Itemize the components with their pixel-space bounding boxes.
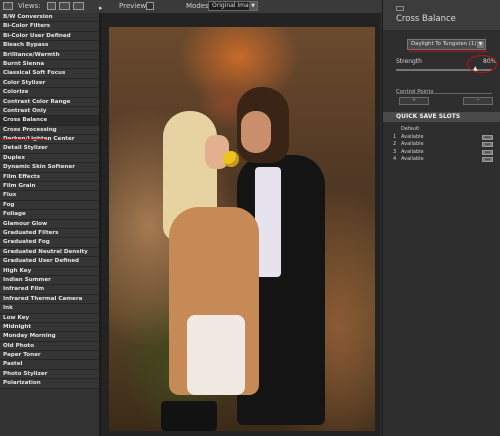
- filter-item[interactable]: Old Photo: [0, 341, 99, 352]
- add-control-point-button[interactable]: +: [399, 97, 429, 105]
- control-points-divider: [396, 93, 492, 94]
- filter-item[interactable]: Bi-Color User Defined: [0, 31, 99, 42]
- photo-boots: [161, 401, 217, 431]
- slot-label: Available: [401, 148, 424, 155]
- filter-item[interactable]: Infrared Film: [0, 285, 99, 295]
- control-points-label: Control Points: [396, 89, 434, 95]
- filter-item[interactable]: Duplex: [0, 153, 99, 164]
- filter-item[interactable]: Polarization: [0, 379, 99, 389]
- filter-item[interactable]: Graduated Fog: [0, 238, 99, 248]
- single-view-icon[interactable]: [47, 2, 56, 10]
- filter-item[interactable]: Cross Balance: [0, 116, 99, 126]
- slot-label: Default: [401, 126, 420, 132]
- slot-set-button[interactable]: Set: [482, 142, 493, 148]
- photo-ruffle: [187, 315, 245, 395]
- filter-item[interactable]: Ink: [0, 304, 99, 314]
- filter-item[interactable]: Cross Processing: [0, 125, 99, 136]
- filter-item[interactable]: Dynamic Skin Softener: [0, 163, 99, 173]
- filter-item[interactable]: Graduated Neutral Density: [0, 247, 99, 258]
- annotation-underline: [409, 51, 487, 52]
- filter-item[interactable]: B/W Conversion: [0, 13, 99, 23]
- filter-item[interactable]: Pastel: [0, 360, 99, 370]
- filter-item[interactable]: Contrast Only: [0, 106, 99, 117]
- filter-item[interactable]: Bi-Color Filters: [0, 22, 99, 32]
- filter-item[interactable]: Contrast Color Range: [0, 97, 99, 107]
- slot-number: 4: [393, 156, 397, 163]
- preset-select[interactable]: Daylight To Tungsten (1) ▼: [407, 39, 486, 50]
- photo-apple: [223, 151, 239, 167]
- cursor-arrow-icon: ▸: [99, 4, 103, 12]
- slot-set-button[interactable]: Set: [482, 149, 493, 155]
- filter-title: Cross Balance: [396, 14, 456, 24]
- annotation-circle: [467, 55, 497, 73]
- image-canvas: [101, 13, 380, 436]
- filter-item[interactable]: Graduated Filters: [0, 228, 99, 239]
- filter-item[interactable]: Infrared Thermal Camera: [0, 294, 99, 305]
- modes-select[interactable]: Original Image ▼: [208, 1, 258, 11]
- panel-grip-icon: [396, 6, 404, 11]
- filter-item[interactable]: Monday Morning: [0, 332, 99, 342]
- filter-item[interactable]: Fog: [0, 200, 99, 211]
- slot-set-button[interactable]: Set: [482, 134, 493, 140]
- filter-item[interactable]: Photo Stylizer: [0, 369, 99, 380]
- filter-item[interactable]: Classical Soft Focus: [0, 69, 99, 79]
- side-by-side-view-icon[interactable]: [73, 2, 84, 10]
- filter-settings-panel: Cross Balance Daylight To Tungsten (1) ▼…: [382, 0, 500, 436]
- filter-item[interactable]: Film Grain: [0, 182, 99, 192]
- panel-header: Cross Balance: [383, 0, 500, 30]
- preset-select-value: Daylight To Tungsten (1): [411, 41, 477, 47]
- slot-number: 1: [393, 133, 397, 140]
- remove-control-point-button[interactable]: −: [463, 97, 493, 105]
- views-label: Views:: [18, 2, 41, 10]
- preview-label: Preview:: [119, 2, 149, 10]
- photo-preview[interactable]: [109, 27, 375, 431]
- filter-item[interactable]: Bleach Bypass: [0, 41, 99, 51]
- app-logo-icon: [3, 2, 13, 10]
- filter-item[interactable]: Foliage: [0, 210, 99, 220]
- slot-label: Available: [401, 141, 424, 148]
- filter-item[interactable]: Paper Toner: [0, 351, 99, 361]
- preview-checkbox[interactable]: [146, 2, 154, 10]
- slot-set-button[interactable]: Set: [482, 157, 493, 163]
- filter-item[interactable]: High Key: [0, 266, 99, 276]
- filter-item[interactable]: Graduated User Defined: [0, 257, 99, 267]
- slot-label: Available: [401, 156, 424, 163]
- filter-item[interactable]: Flux: [0, 191, 99, 201]
- filter-item[interactable]: Burnt Sienna: [0, 59, 99, 70]
- chevron-down-icon: ▼: [249, 2, 257, 10]
- filter-item[interactable]: Color Stylizer: [0, 78, 99, 89]
- filter-item[interactable]: Midnight: [0, 322, 99, 333]
- slot-label: Available: [401, 133, 424, 140]
- slot-number: 3: [393, 148, 397, 155]
- chevron-down-icon: ▼: [477, 41, 484, 48]
- filter-item[interactable]: Colorize: [0, 88, 99, 98]
- annotation-underline: [2, 139, 46, 140]
- filter-item[interactable]: Low Key: [0, 313, 99, 323]
- strength-label: Strength: [396, 58, 422, 65]
- filter-item[interactable]: Glamour Glow: [0, 219, 99, 229]
- filter-item[interactable]: Brilliance/Warmth: [0, 50, 99, 60]
- photo-man-face: [241, 111, 271, 153]
- filter-list: B/W Conversion Bi-Color Filters Bi-Color U…: [0, 13, 101, 436]
- split-view-icon[interactable]: [59, 2, 70, 10]
- filter-item[interactable]: Indian Summer: [0, 275, 99, 286]
- filter-item[interactable]: Film Effects: [0, 172, 99, 183]
- filter-item[interactable]: Detail Stylizer: [0, 144, 99, 154]
- slot-number: 2: [393, 141, 397, 148]
- quick-save-header[interactable]: QUICK SAVE SLOTS: [383, 112, 500, 122]
